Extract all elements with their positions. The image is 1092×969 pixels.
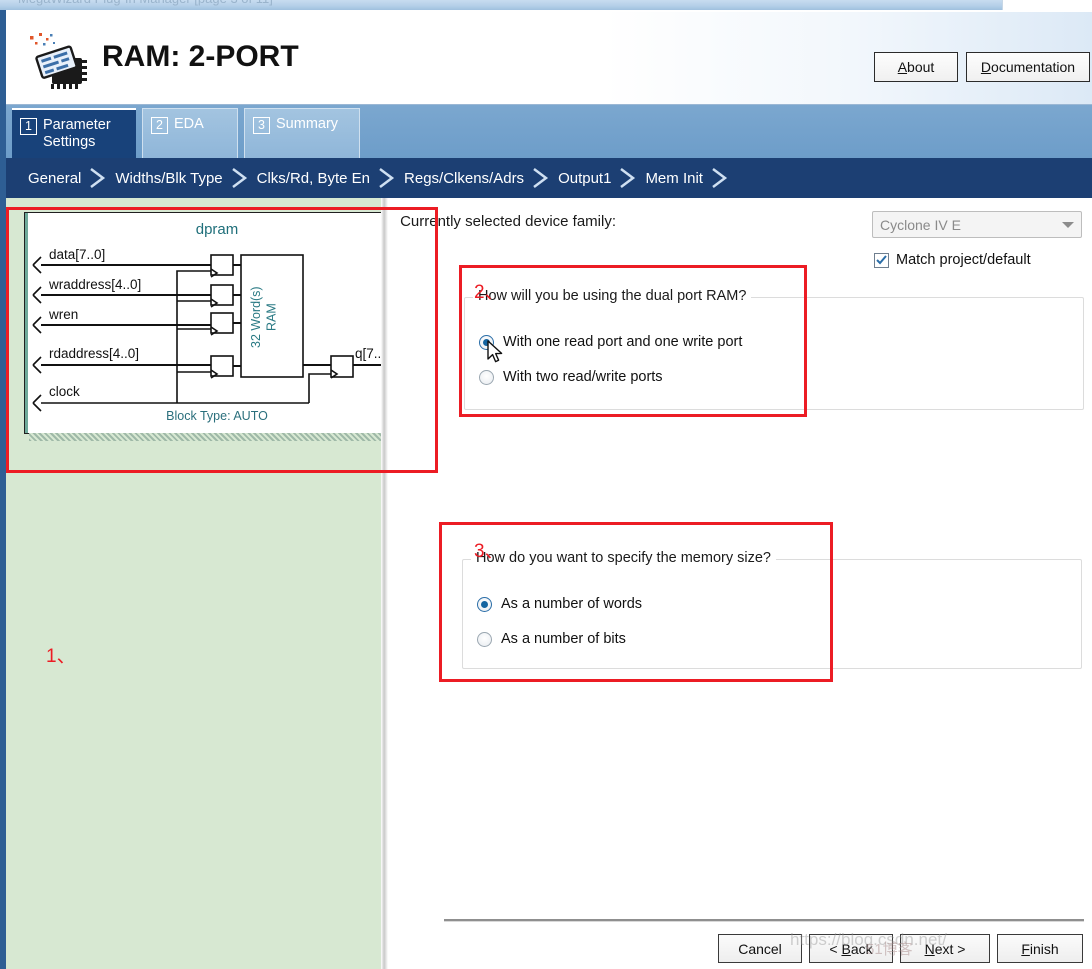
- wizard-tabstrip: 1 Parameter Settings 2 EDA 3 Summary: [6, 105, 1092, 158]
- match-project-default-label: Match project/default: [896, 252, 1031, 268]
- radio-icon-unselected: [477, 631, 492, 647]
- annotation-3: 3、: [474, 541, 504, 562]
- breadcrumb: General Widths/Blk Type Clks/Rd, Byte En…: [6, 158, 1092, 198]
- radio-label: As a number of words: [501, 596, 643, 612]
- port-label-rdaddress: rdaddress[4..0]: [49, 346, 140, 361]
- mouse-cursor-icon: [487, 340, 505, 371]
- chevron-down-icon: [1055, 221, 1081, 229]
- radio-icon-selected: [477, 596, 492, 612]
- tab-summary[interactable]: 3 Summary: [244, 108, 360, 158]
- port-label-data: data[7..0]: [49, 247, 106, 262]
- chip-sparkle-icon: [22, 30, 94, 92]
- breadcrumb-item-output1[interactable]: Output1: [558, 170, 611, 187]
- block-symbol: dpram 32 Word(s) RAM data[7..0] wraddres…: [24, 212, 419, 441]
- radio-label: With two read/write ports: [503, 369, 663, 385]
- memory-size-group: How do you want to specify the memory si…: [462, 550, 1082, 669]
- tab-parameter-settings[interactable]: 1 Parameter Settings: [12, 108, 136, 158]
- window-titlebar: MegaWizard Plug-In Manager [page 3 of 11…: [0, 0, 1092, 10]
- window-controls[interactable]: [1002, 0, 1092, 10]
- device-family-label: Currently selected device family:: [400, 213, 616, 230]
- radio-number-of-bits[interactable]: As a number of bits: [477, 631, 626, 647]
- radio-label: With one read port and one write port: [503, 334, 743, 350]
- breadcrumb-item-mem-init[interactable]: Mem Init: [645, 170, 703, 187]
- cancel-button-label: Cancel: [738, 940, 782, 957]
- annotation-2: 2、: [474, 282, 504, 303]
- match-project-default-checkbox[interactable]: Match project/default: [874, 252, 1031, 268]
- block-type-label: Block Type: AUTO: [166, 409, 268, 423]
- tab-label: EDA: [174, 116, 204, 132]
- documentation-button[interactable]: Documentation: [966, 52, 1090, 82]
- memory-size-title: How do you want to specify the memory si…: [471, 550, 776, 566]
- breadcrumb-item-general[interactable]: General: [28, 170, 81, 187]
- ram-size-label: 32 Word(s) RAM: [249, 286, 279, 348]
- about-button[interactable]: About: [874, 52, 958, 82]
- device-family-select[interactable]: Cyclone IV E: [872, 211, 1082, 238]
- tab-number: 2: [151, 117, 168, 134]
- radio-icon-unselected: [479, 369, 494, 385]
- chevron-right-icon: [81, 165, 115, 191]
- radio-two-read-write[interactable]: With two read/write ports: [479, 369, 663, 385]
- next-button[interactable]: Next >: [900, 934, 990, 963]
- device-family-value: Cyclone IV E: [880, 216, 961, 233]
- port-label-wraddress: wraddress[4..0]: [49, 277, 142, 292]
- chevron-right-icon: [611, 165, 645, 191]
- tab-eda[interactable]: 2 EDA: [142, 108, 238, 158]
- diagram-panel: dpram 32 Word(s) RAM data[7..0] wraddres…: [6, 198, 419, 969]
- port-label-wren: wren: [49, 307, 79, 322]
- port-label-clock: clock: [49, 384, 80, 399]
- breadcrumb-item-clks-rd-byte-en[interactable]: Clks/Rd, Byte En: [257, 170, 370, 187]
- radio-one-read-one-write[interactable]: With one read port and one write port: [479, 334, 742, 350]
- back-button[interactable]: < Back: [809, 934, 893, 963]
- radio-label: As a number of bits: [501, 631, 626, 647]
- window-title: MegaWizard Plug-In Manager [page 3 of 11…: [18, 0, 273, 6]
- breadcrumb-item-regs-clkens-adrs[interactable]: Regs/Clkens/Adrs: [404, 170, 524, 187]
- page-title: RAM: 2-PORT: [102, 40, 299, 73]
- cancel-button[interactable]: Cancel: [718, 934, 802, 963]
- app-header: RAM: 2-PORT About Documentation: [6, 12, 1092, 105]
- breadcrumb-item-widths-blk-type[interactable]: Widths/Blk Type: [115, 170, 222, 187]
- dual-port-usage-title: How will you be using the dual port RAM?: [473, 288, 752, 304]
- checkmark-icon: [874, 252, 889, 268]
- dual-port-usage-group: How will you be using the dual port RAM?…: [464, 288, 1084, 410]
- chevron-right-icon: [370, 165, 404, 191]
- annotation-1: 1、: [46, 646, 76, 667]
- tab-number: 3: [253, 117, 270, 134]
- chevron-right-icon: [524, 165, 558, 191]
- chevron-right-icon: [703, 165, 737, 191]
- radio-number-of-words[interactable]: As a number of words: [477, 596, 642, 612]
- megawizard-window: MegaWizard Plug-In Manager [page 3 of 11…: [0, 0, 1092, 969]
- tab-label: Parameter Settings: [43, 117, 111, 150]
- tab-label: Summary: [276, 116, 339, 132]
- panel-splitter[interactable]: [381, 198, 388, 969]
- tab-number: 1: [20, 118, 37, 135]
- finish-button[interactable]: Finish: [997, 934, 1083, 963]
- chevron-right-icon: [223, 165, 257, 191]
- footer-separator: [444, 919, 1084, 922]
